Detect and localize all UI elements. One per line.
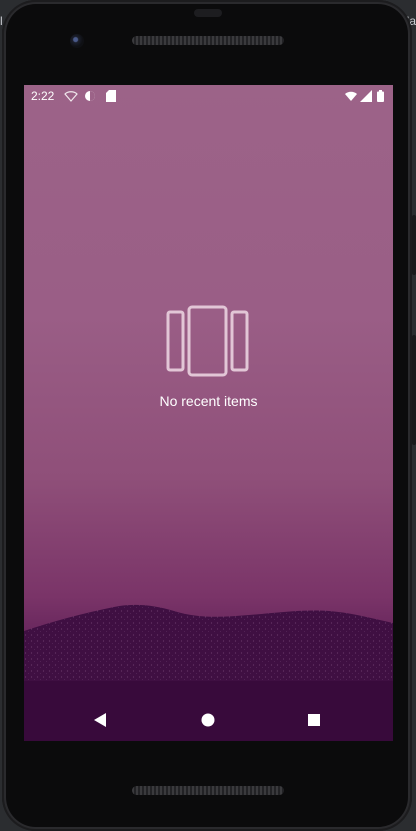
status-time: 2:22	[31, 89, 55, 103]
front-camera	[70, 34, 84, 48]
back-icon[interactable]	[90, 709, 112, 731]
empty-recents-message: No recent items	[159, 393, 258, 409]
bottom-speaker-grille	[132, 786, 284, 795]
data-saver-icon	[85, 91, 95, 101]
home-icon[interactable]	[197, 709, 219, 731]
phone-frame: 2:22 No recent items	[2, 0, 416, 831]
sd-card-icon	[106, 90, 116, 102]
battery-icon	[377, 90, 384, 102]
wifi-icon	[345, 91, 357, 101]
navigation-bar	[24, 697, 393, 741]
cell-signal-icon	[360, 90, 372, 102]
power-button[interactable]	[412, 215, 416, 275]
recents-square-icon[interactable]	[303, 709, 325, 731]
screen: 2:22 No recent items	[24, 85, 393, 741]
status-bar: 2:22	[24, 85, 393, 107]
recent-apps-icon	[166, 305, 249, 377]
earpiece-slot	[194, 9, 222, 17]
top-speaker-grille	[132, 36, 284, 45]
wifi-signal-icon	[64, 91, 78, 102]
volume-button[interactable]	[412, 335, 416, 445]
